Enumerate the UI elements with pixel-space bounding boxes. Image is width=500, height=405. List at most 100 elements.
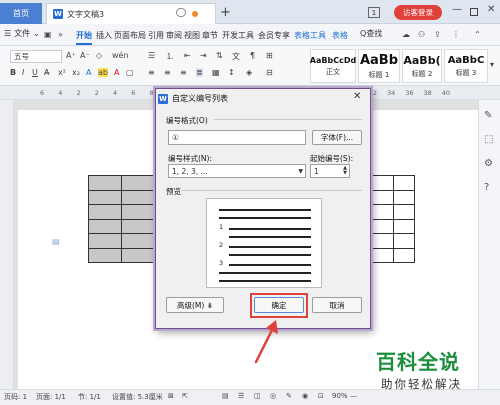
char-border-icon[interactable]: ▢ <box>126 68 134 77</box>
font-effect-icon[interactable]: A <box>86 68 91 77</box>
view-outline-icon[interactable]: ☰ <box>238 392 244 400</box>
style-select[interactable]: 1, 2, 3, ... ▼ <box>168 164 306 178</box>
dialog-title-bar[interactable]: W 自定义编号列表 <box>158 91 368 106</box>
style-normal[interactable]: AaBbCcDd 正文 <box>310 49 356 83</box>
font-color-icon[interactable]: A <box>114 68 119 77</box>
status-arrow-icon[interactable]: ⇱ <box>182 392 188 400</box>
preview-number: 2 <box>219 241 224 249</box>
menu-item-view[interactable]: 视图 <box>184 30 200 41</box>
clear-format-icon[interactable]: ◇ <box>96 51 102 60</box>
select-icon[interactable]: ⬚ <box>484 134 493 145</box>
align-left-icon[interactable]: ≡ <box>148 68 155 77</box>
underline-icon[interactable]: U <box>32 68 38 77</box>
view-page-icon[interactable]: ▤ <box>222 392 229 400</box>
view-web-icon[interactable]: ◫ <box>254 392 261 400</box>
chinese-layout-icon[interactable]: 文 <box>232 51 240 62</box>
minimize-button[interactable]: — <box>452 4 462 15</box>
menu-item-reference[interactable]: 引用 <box>148 30 164 41</box>
shrink-font-icon[interactable]: A⁻ <box>80 51 90 60</box>
help-icon[interactable]: ? <box>484 182 489 193</box>
indent-icon[interactable]: ⇥ <box>200 51 207 60</box>
more-options-icon[interactable]: ⋮ <box>452 30 460 39</box>
bold-icon[interactable]: B <box>10 68 16 77</box>
status-pages: 页面: 1/1 <box>36 393 66 401</box>
chat-bubble-icon[interactable] <box>176 8 186 17</box>
sync-icon[interactable]: ☁ <box>402 30 410 39</box>
more-icon[interactable]: » <box>58 30 63 39</box>
settings-slider-icon[interactable]: ⚙ <box>484 158 493 169</box>
ok-button[interactable]: 确定 <box>254 297 304 313</box>
menu-item-developer[interactable]: 开发工具 <box>222 30 254 41</box>
zoom-out-icon[interactable]: — <box>350 392 357 400</box>
style-heading-1[interactable]: AaBb 标题 1 <box>358 49 400 83</box>
preview-line <box>219 280 311 282</box>
view-read-icon[interactable]: ◎ <box>270 392 276 400</box>
show-marks-icon[interactable]: ¶ <box>250 51 255 60</box>
close-window-button[interactable]: ✕ <box>487 4 495 15</box>
menu-item-review[interactable]: 审阅 <box>166 30 182 41</box>
paragraph-marker-icon[interactable]: ▤ <box>52 237 60 246</box>
menu-item-table-tools[interactable]: 表格工具 <box>294 30 326 41</box>
share-icon[interactable]: ⇪ <box>434 30 441 39</box>
maximize-button[interactable] <box>470 8 478 16</box>
stepper-arrows-icon[interactable]: ▲ ▼ <box>343 166 347 176</box>
italic-icon[interactable]: I <box>22 68 24 77</box>
collaborate-icon[interactable]: ⚇ <box>418 30 425 39</box>
style-heading-3[interactable]: AaBbC 标题 3 <box>444 49 488 83</box>
distribute-icon[interactable]: ▦ <box>212 68 220 77</box>
subscript-icon[interactable]: x₂ <box>72 68 80 77</box>
phonetic-icon[interactable]: wén <box>112 51 129 60</box>
justify-icon[interactable]: ≣ <box>196 68 203 77</box>
line-spacing-icon[interactable]: ↕ <box>228 68 235 77</box>
sort-icon[interactable]: ⇅ <box>216 51 223 60</box>
outdent-icon[interactable]: ⇤ <box>184 51 191 60</box>
font-size-select[interactable]: 五号 <box>10 50 62 63</box>
menu-item-member[interactable]: 会员专享 <box>258 30 290 41</box>
shading-icon[interactable]: ◈ <box>246 68 252 77</box>
grow-font-icon[interactable]: A⁺ <box>66 51 76 60</box>
highlight-icon[interactable]: ab <box>98 68 108 77</box>
font-button[interactable]: 字体(F)... <box>312 130 362 145</box>
style-heading-2[interactable]: AaBb( 标题 2 <box>402 49 442 83</box>
zoom-level[interactable]: 90% <box>332 392 348 400</box>
home-tab[interactable]: 首页 <box>0 3 42 24</box>
ruler-number: 2 <box>94 89 99 97</box>
strikethrough-icon[interactable]: A̶ <box>44 68 49 77</box>
borders-icon[interactable]: ⊟ <box>266 68 273 77</box>
align-center-icon[interactable]: ≡ <box>164 68 171 77</box>
align-right-icon[interactable]: ≡ <box>180 68 187 77</box>
bullets-icon[interactable]: ☰ <box>148 51 155 60</box>
preview-number: 1 <box>219 223 224 231</box>
styles-more-icon[interactable]: ▾ <box>490 60 494 69</box>
superscript-icon[interactable]: x² <box>58 68 66 77</box>
collapse-ribbon-icon[interactable]: ⌃ <box>474 30 481 39</box>
document-tab[interactable]: W 文字文稿3 <box>46 3 216 24</box>
start-number-stepper[interactable]: 1 ▲ ▼ <box>310 164 350 178</box>
edit-icon[interactable]: ✎ <box>484 110 492 121</box>
add-tab-button[interactable]: + <box>220 5 231 20</box>
login-button[interactable]: 访客登录 <box>394 5 442 20</box>
view-eye-icon[interactable]: ◉ <box>302 392 308 400</box>
menu-item-layout[interactable]: 页面布局 <box>114 30 146 41</box>
style-h2-caption: 标题 2 <box>411 69 433 78</box>
document-table-right[interactable] <box>372 175 415 263</box>
ruler-number: 38 <box>423 89 432 97</box>
window-count-badge[interactable]: 1 <box>368 7 380 18</box>
format-input[interactable]: ① <box>168 130 306 145</box>
menu-item-chapter[interactable]: 章节 <box>202 30 218 41</box>
spellcheck-icon[interactable]: ⊠ <box>168 392 174 400</box>
numbering-icon[interactable]: ⒈ <box>166 51 174 62</box>
menu-item-start[interactable]: 开始 <box>76 30 92 45</box>
view-write-icon[interactable]: ✎ <box>286 392 292 400</box>
table-border-icon[interactable]: ⊞ <box>266 51 273 60</box>
menu-item-insert[interactable]: 插入 <box>96 30 112 41</box>
save-icon[interactable]: ▣ <box>44 30 52 39</box>
document-table-left[interactable] <box>88 175 155 263</box>
cancel-button[interactable]: 取消 <box>312 297 362 313</box>
search-button[interactable]: Q查找 <box>360 28 382 39</box>
menu-item-table[interactable]: 表格 <box>332 30 348 41</box>
file-menu[interactable]: ☰ 文件 ⌄ <box>4 28 40 39</box>
advanced-button[interactable]: 高级(M) ⇟ <box>166 297 224 313</box>
dialog-close-icon[interactable]: ✕ <box>353 91 361 102</box>
zoom-minus-icon[interactable]: ⊡ <box>318 392 324 400</box>
